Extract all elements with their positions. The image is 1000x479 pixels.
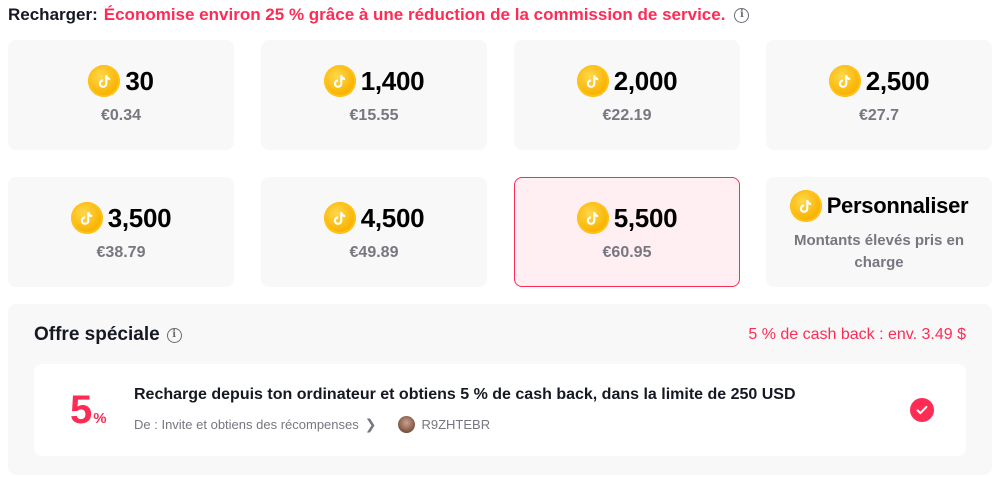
- package-price: €49.89: [349, 244, 399, 261]
- offer-source: De : Invite et obtiens des récompenses ❯…: [134, 416, 490, 433]
- package-price: €22.19: [602, 107, 652, 124]
- special-offer-title-text: Offre spéciale: [34, 324, 160, 345]
- coin-icon: [323, 202, 356, 234]
- coin-amount: 1,400: [360, 65, 425, 96]
- cashback-estimate: 5 % de cash back : env. 3.49 $: [748, 326, 966, 343]
- promo-text: Économise environ 25 % grâce à une réduc…: [103, 5, 726, 24]
- offer-source-link[interactable]: De : Invite et obtiens des récompenses: [134, 417, 359, 432]
- coin-package-3500[interactable]: 3,500 €38.79: [8, 177, 234, 287]
- coin-package-5500[interactable]: 5,500 €60.95: [514, 177, 740, 287]
- check-icon[interactable]: [910, 398, 934, 422]
- cashback-percent-value: 5: [70, 388, 93, 432]
- package-price: €0.34: [100, 107, 142, 124]
- custom-amount-card[interactable]: Personnaliser Montants élevés pris en ch…: [766, 177, 992, 287]
- coin-amount: 2,500: [865, 65, 930, 96]
- coin-package-2500[interactable]: 2,500 €27.7: [766, 40, 992, 150]
- avatar: [398, 416, 416, 433]
- cashback-offer-card[interactable]: 5 % Recharge depuis ton ordinateur et ob…: [34, 364, 966, 456]
- package-price: €27.7: [858, 107, 900, 124]
- coin-icon: [789, 190, 822, 222]
- chevron-right-icon[interactable]: ❯: [365, 416, 377, 433]
- coin-icon: [576, 202, 609, 234]
- coin-amount: 30: [125, 65, 154, 96]
- package-price: €15.55: [349, 107, 399, 124]
- coin-package-4500[interactable]: 4,500 €49.89: [261, 177, 487, 287]
- cashback-percent: 5 %: [70, 390, 107, 430]
- coin-icon: [88, 65, 121, 97]
- recharge-label: Recharger:: [8, 5, 98, 24]
- recharge-header: Recharger: Économise environ 25 % grâce …: [8, 4, 750, 26]
- coin-amount: 2,000: [613, 65, 678, 96]
- special-offer-section: Offre spéciale i 5 % de cash back : env.…: [8, 304, 992, 475]
- coin-package-2000[interactable]: 2,000 €22.19: [514, 40, 740, 150]
- package-price: €38.79: [96, 244, 146, 261]
- coin-icon: [323, 65, 356, 97]
- coin-icon: [70, 202, 103, 234]
- coin-package-1400[interactable]: 1,400 €15.55: [261, 40, 487, 150]
- coin-amount: 4,500: [360, 202, 425, 233]
- info-icon[interactable]: i: [734, 7, 750, 23]
- info-icon[interactable]: i: [166, 327, 182, 343]
- coin-icon: [576, 65, 609, 97]
- package-price: €60.95: [602, 244, 652, 261]
- coin-package-30[interactable]: 30 €0.34: [8, 40, 234, 150]
- special-offer-title: Offre spéciale i: [34, 324, 182, 346]
- referral-code: R9ZHTEBR: [421, 417, 491, 432]
- cashback-percent-sign: %: [93, 410, 107, 427]
- coin-amount: 5,500: [613, 202, 678, 233]
- offer-description: Recharge depuis ton ordinateur et obtien…: [134, 386, 796, 403]
- coin-amount: 3,500: [107, 202, 172, 233]
- coin-icon: [828, 65, 861, 97]
- custom-subtitle: Montants élevés pris en charge: [793, 232, 965, 271]
- custom-label: Personnaliser: [826, 193, 969, 218]
